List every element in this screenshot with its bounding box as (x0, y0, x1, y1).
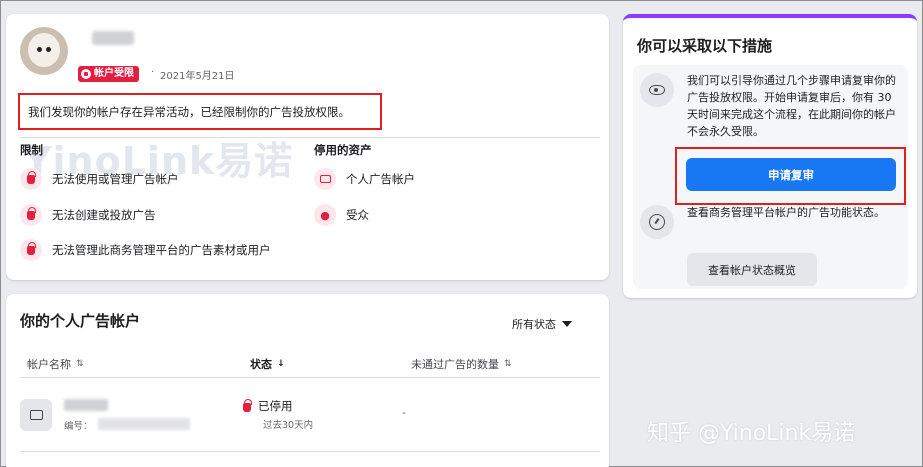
header-divider (20, 377, 600, 378)
restriction-item: 无法管理此商务管理平台的广告素材或用户 (20, 239, 271, 261)
status-filter-dropdown[interactable]: 所有状态 (512, 316, 572, 332)
column-header-status[interactable]: 状态 ↓ (250, 356, 285, 372)
sort-icon: ⇅ (76, 359, 84, 369)
restriction-date: 2021年5月21日 (160, 71, 235, 82)
column-header-rejected-ads[interactable]: 未通过广告的数量 ⇅ (411, 356, 512, 372)
redacted-account-id (98, 418, 190, 430)
sort-icon: ⇅ (504, 359, 512, 369)
ad-account-icon (314, 168, 336, 190)
caret-down-icon (562, 321, 572, 327)
status-filter-label: 所有状态 (512, 318, 556, 331)
view-account-status-button[interactable]: 查看帐户状态概览 (687, 253, 817, 286)
redacted-account-name (92, 31, 134, 45)
column-header-account-name[interactable]: 帐户名称 ⇅ (27, 356, 84, 372)
actions-card: 你可以采取以下措施 我们可以引导你通过几个步骤申请复审你的广告投放权限。开始申请… (623, 14, 917, 298)
gauge-icon (640, 205, 674, 239)
account-status-card: 帐户受限 · 2021年5月21日 我们发现你的帐户存在异常活动，已经限制你的广… (6, 14, 609, 280)
column-header-label: 帐户名称 (27, 358, 71, 371)
account-status: 已停用 (243, 398, 293, 414)
restriction-alert-text: 我们发现你的帐户存在异常活动，已经限制你的广告投放权限。 (28, 104, 350, 119)
quality-description: 查看商务管理平台帐户的广告功能状态。 (687, 206, 885, 219)
account-id-label: 编号： (64, 421, 93, 432)
account-status-sub: 过去30天内 (263, 420, 314, 431)
status-badge: 帐户受限 (78, 66, 139, 82)
eye-icon (640, 73, 674, 107)
request-review-button[interactable]: 申请复审 (686, 158, 896, 191)
appeal-description: 我们可以引导你通过几个步骤申请复审你的广告投放权限。开始申请复审后，你有 30 … (687, 74, 896, 138)
column-header-label: 状态 (250, 358, 272, 371)
disabled-asset-label: 受众 (346, 208, 369, 222)
restriction-item-label: 无法使用或管理广告帐户 (52, 172, 179, 186)
redacted-account-name (64, 399, 108, 411)
ad-accounts-title: 你的个人广告帐户 (20, 312, 141, 330)
ad-account-icon (20, 399, 52, 431)
audience-icon: ● (314, 204, 336, 226)
restrictions-heading: 限制 (20, 143, 43, 157)
sort-desc-icon: ↓ (277, 359, 285, 369)
lock-icon (81, 69, 91, 79)
restriction-item-label: 无法管理此商务管理平台的广告素材或用户 (52, 243, 271, 257)
disabled-asset-label: 个人广告帐户 (346, 172, 415, 186)
account-status-label: 已停用 (258, 399, 293, 413)
lock-icon (20, 204, 42, 226)
avatar[interactable] (20, 27, 68, 75)
disabled-asset-item: ● 受众 (314, 204, 369, 226)
actions-title: 你可以采取以下措施 (637, 37, 773, 55)
lock-icon (243, 399, 252, 412)
status-badge-label: 帐户受限 (94, 68, 134, 79)
lock-icon (20, 168, 42, 190)
restriction-item-label: 无法创建或投放广告 (52, 208, 156, 222)
restriction-item: 无法创建或投放广告 (20, 204, 156, 226)
restriction-alert: 我们发现你的帐户存在异常活动，已经限制你的广告投放权限。 (18, 93, 382, 130)
disabled-asset-item: 个人广告帐户 (314, 168, 415, 190)
lock-icon (20, 239, 42, 261)
column-header-label: 未通过广告的数量 (411, 358, 499, 371)
rejected-ads-count: - (402, 406, 406, 419)
zhihu-watermark: 知乎 @YinoLink易诺 (647, 421, 856, 446)
ad-accounts-card: 你的个人广告帐户 所有状态 帐户名称 ⇅ 状态 ↓ 未通过广告的数量 ⇅ 编号：… (6, 294, 609, 467)
divider (20, 137, 600, 138)
separator-dot: · (151, 67, 155, 78)
disabled-assets-heading: 停用的资产 (314, 143, 372, 157)
row-divider (20, 451, 600, 452)
restriction-item: 无法使用或管理广告帐户 (20, 168, 179, 190)
